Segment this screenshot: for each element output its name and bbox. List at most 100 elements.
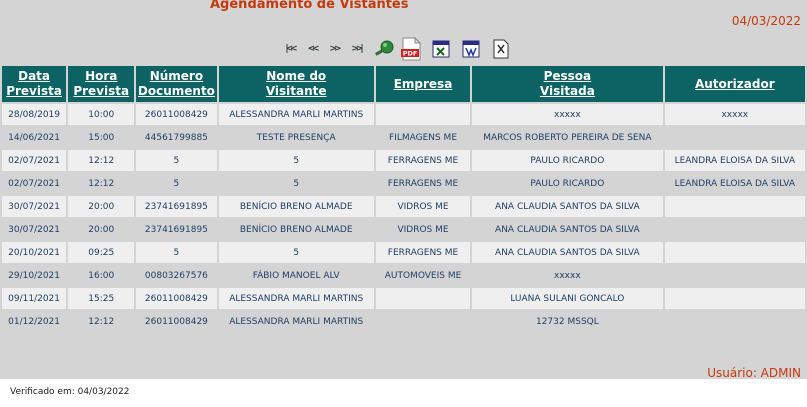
table-row[interactable]: 02/07/2021 12:12 5 5 FERRAGENS ME PAULO RICAR… xyxy=(2,173,805,194)
table-cell xyxy=(375,311,471,332)
search-icon[interactable] xyxy=(374,40,396,58)
header-pessoa-visitada[interactable]: Pessoa Visitada xyxy=(472,66,663,102)
report-date: 04/03/2022 xyxy=(731,14,801,28)
table-cell: 28/08/2019 xyxy=(2,104,67,125)
table-cell xyxy=(375,288,471,309)
table-cell: 5 xyxy=(218,173,374,194)
table-row[interactable]: 28/08/2019 10:00 26011008429 ALESSANDRA MAR… xyxy=(2,104,805,125)
visits-table: Data Prevista Hora Prevista Número Document… xyxy=(0,64,807,334)
table-cell: LEANDRA ELOISA DA SILVA xyxy=(664,173,805,194)
table-cell: FILMAGENS ME xyxy=(375,127,471,148)
word-icon[interactable] xyxy=(462,40,480,58)
table-cell: ALESSANDRA MARLI MARTINS xyxy=(218,311,374,332)
table-cell: 5 xyxy=(136,242,217,263)
table-cell: 26011008429 xyxy=(136,311,217,332)
table-cell: xxxxx xyxy=(472,104,663,125)
table-cell: 12:12 xyxy=(68,311,135,332)
table-header-row: Data Prevista Hora Prevista Número Document… xyxy=(2,66,805,102)
user-label: Usuário: ADMIN xyxy=(707,366,801,380)
header-autorizador[interactable]: Autorizador xyxy=(664,66,805,102)
table-cell: PAULO RICARDO xyxy=(472,150,663,171)
table-row[interactable]: 02/07/2021 12:12 5 5 FERRAGENS ME PAULO RICAR… xyxy=(2,150,805,171)
table-cell: 5 xyxy=(136,173,217,194)
table-cell: ANA CLAUDIA SANTOS DA SILVA xyxy=(472,242,663,263)
table-cell: 12:12 xyxy=(68,173,135,194)
header-data-prevista[interactable]: Data Prevista xyxy=(2,66,67,102)
table-cell: 15:00 xyxy=(68,127,135,148)
table-cell: 30/07/2021 xyxy=(2,196,67,217)
table-cell: 09/11/2021 xyxy=(2,288,67,309)
table-cell: PAULO RICARDO xyxy=(472,173,663,194)
table-cell: BENÍCIO BRENO ALMADE xyxy=(218,219,374,240)
table-row[interactable]: 14/06/2021 15:00 44561799885 TESTE PRESENÇA… xyxy=(2,127,805,148)
page-title: Agendamento de Vistantes xyxy=(210,0,409,12)
svg-text:PDF: PDF xyxy=(403,50,418,58)
table-cell: ALESSANDRA MARLI MARTINS xyxy=(218,104,374,125)
table-cell: 30/07/2021 xyxy=(2,219,67,240)
table-cell: 23741691895 xyxy=(136,196,217,217)
table-cell: 16:00 xyxy=(68,265,135,286)
table-row[interactable]: 09/11/2021 15:25 26011008429 ALESSANDRA MAR… xyxy=(2,288,805,309)
table-cell: ANA CLAUDIA SANTOS DA SILVA xyxy=(472,196,663,217)
table-cell xyxy=(375,104,471,125)
table-cell: xxxxx xyxy=(664,104,805,125)
table-row[interactable]: 30/07/2021 20:00 23741691895 BENÍCIO BRENO … xyxy=(2,219,805,240)
table-cell xyxy=(664,219,805,240)
next-page-icon[interactable]: >> xyxy=(324,42,344,56)
table-cell xyxy=(664,127,805,148)
table-cell: 26011008429 xyxy=(136,104,217,125)
table-cell: FERRAGENS ME xyxy=(375,242,471,263)
header-nome-visitante[interactable]: Nome do Visitante xyxy=(218,66,374,102)
table-cell: 20/10/2021 xyxy=(2,242,67,263)
table-cell: 02/07/2021 xyxy=(2,150,67,171)
table-cell: 26011008429 xyxy=(136,288,217,309)
table-cell: 09:25 xyxy=(68,242,135,263)
table-cell: ANA CLAUDIA SANTOS DA SILVA xyxy=(472,219,663,240)
table-row[interactable]: 01/12/2021 12:12 26011008429 ALESSANDRA MAR… xyxy=(2,311,805,332)
table-cell: VIDROS ME xyxy=(375,196,471,217)
table-cell: 02/07/2021 xyxy=(2,173,67,194)
header-hora-prevista[interactable]: Hora Prevista xyxy=(68,66,135,102)
table-cell: 12732 MSSQL xyxy=(472,311,663,332)
table-cell: LUANA SULANI GONCALO xyxy=(472,288,663,309)
table-cell: 23741691895 xyxy=(136,219,217,240)
table-row[interactable]: 29/10/2021 16:00 00803267576 FÁBIO MANOEL A… xyxy=(2,265,805,286)
table-cell: 5 xyxy=(136,150,217,171)
table-cell: 00803267576 xyxy=(136,265,217,286)
table-cell xyxy=(664,288,805,309)
table-cell: 44561799885 xyxy=(136,127,217,148)
xml-icon[interactable] xyxy=(492,39,510,59)
table-cell: 5 xyxy=(218,242,374,263)
table-row[interactable]: 30/07/2021 20:00 23741691895 BENÍCIO BRENO … xyxy=(2,196,805,217)
table-cell: TESTE PRESENÇA xyxy=(218,127,374,148)
table-cell: FERRAGENS ME xyxy=(375,150,471,171)
excel-icon[interactable] xyxy=(432,40,450,58)
table-cell: BENÍCIO BRENO ALMADE xyxy=(218,196,374,217)
first-page-icon[interactable]: |<< xyxy=(280,42,300,56)
table-cell: 15:25 xyxy=(68,288,135,309)
last-page-icon[interactable]: >>| xyxy=(346,42,366,56)
table-cell: 20:00 xyxy=(68,219,135,240)
table-cell: AUTOMOVEIS ME xyxy=(375,265,471,286)
table-cell: MARCOS ROBERTO PEREIRA DE SENA xyxy=(472,127,663,148)
table-cell xyxy=(664,196,805,217)
table-cell: LEANDRA ELOISA DA SILVA xyxy=(664,150,805,171)
table-cell: 14/06/2021 xyxy=(2,127,67,148)
table-cell: FERRAGENS ME xyxy=(375,173,471,194)
header-empresa[interactable]: Empresa xyxy=(375,66,471,102)
toolbar: |<< << >> >>| PDF xyxy=(280,37,510,61)
table-cell: 10:00 xyxy=(68,104,135,125)
verified-label: Verificado em: 04/03/2022 xyxy=(10,387,130,397)
table-cell: 29/10/2021 xyxy=(2,265,67,286)
table-cell: ALESSANDRA MARLI MARTINS xyxy=(218,288,374,309)
table-cell xyxy=(664,311,805,332)
table-cell: xxxxx xyxy=(472,265,663,286)
table-cell xyxy=(664,242,805,263)
table-cell xyxy=(664,265,805,286)
header-numero-documento[interactable]: Número Documento xyxy=(136,66,217,102)
table-cell: 5 xyxy=(218,150,374,171)
table-row[interactable]: 20/10/2021 09:25 5 5 FERRAGENS ME ANA CLAUDIA… xyxy=(2,242,805,263)
table-cell: VIDROS ME xyxy=(375,219,471,240)
pdf-icon[interactable]: PDF xyxy=(400,37,422,61)
previous-page-icon[interactable]: << xyxy=(302,42,322,56)
